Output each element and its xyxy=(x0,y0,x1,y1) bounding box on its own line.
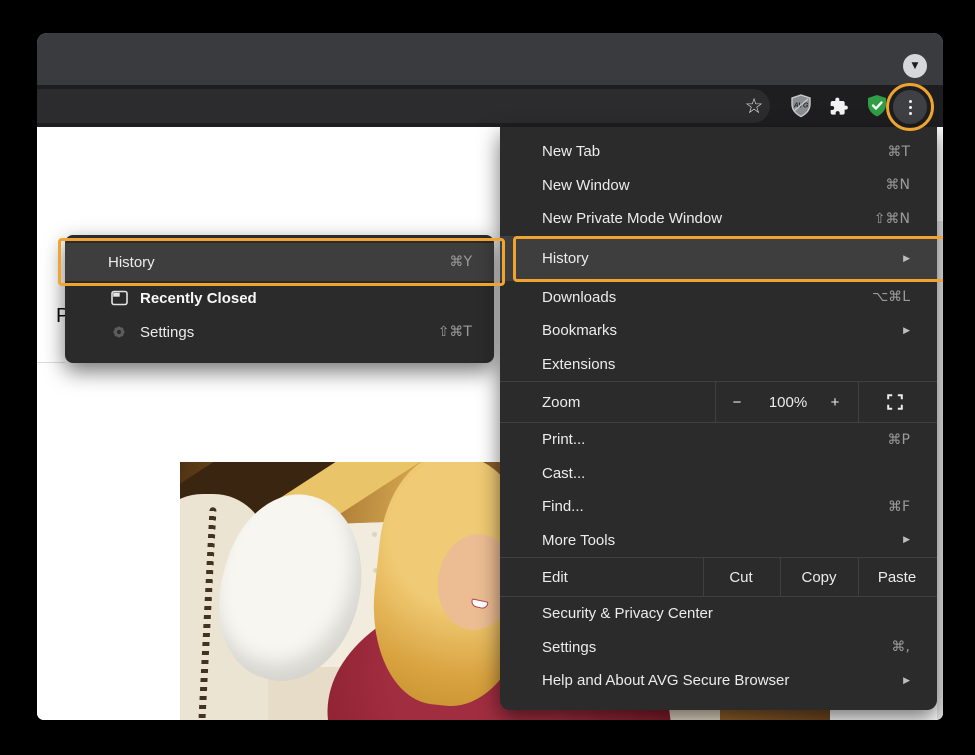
extensions-puzzle-icon[interactable] xyxy=(823,85,855,127)
menu-item-edit: Edit Cut Copy Paste xyxy=(500,558,937,596)
menu-item-settings[interactable]: Settings ⌘, xyxy=(500,631,937,665)
avg-shield-icon: AVG xyxy=(790,94,812,118)
history-submenu: History ⌘Y Recently Closed xyxy=(65,235,494,363)
submenu-arrow-icon: ▶ xyxy=(903,326,910,336)
menu-vertical-separator xyxy=(858,558,859,596)
fullscreen-icon[interactable] xyxy=(887,394,903,415)
menu-item-new-private-window[interactable]: New Private Mode Window ⇧⌘N xyxy=(500,202,937,236)
menu-item-more-tools[interactable]: More Tools ▶ xyxy=(500,524,937,558)
zoom-level-value: 100% xyxy=(769,394,807,411)
browser-menu: New Tab ⌘T New Window ⌘N New Private Mod… xyxy=(500,127,937,710)
submenu-arrow-icon: ▶ xyxy=(903,676,910,686)
zoom-in-button[interactable]: + xyxy=(831,394,840,411)
submenu-item-history[interactable]: History ⌘Y xyxy=(65,243,494,281)
menu-item-history[interactable]: History ▶ xyxy=(500,237,937,281)
edit-copy-button[interactable]: Copy xyxy=(801,569,836,586)
nav-divider xyxy=(37,362,65,363)
dot xyxy=(909,100,912,103)
edit-cut-button[interactable]: Cut xyxy=(729,569,752,586)
menu-item-new-tab[interactable]: New Tab ⌘T xyxy=(500,135,937,169)
tab-strip: ▼ xyxy=(37,33,943,85)
menu-item-help-about[interactable]: Help and About AVG Secure Browser ▶ xyxy=(500,664,937,698)
menu-item-cast[interactable]: Cast... xyxy=(500,457,937,491)
address-bar[interactable] xyxy=(37,89,770,123)
menu-vertical-separator xyxy=(858,382,859,422)
chevron-down-icon: ▼ xyxy=(912,62,919,71)
window-tab-icon xyxy=(111,291,128,306)
menu-vertical-separator xyxy=(715,382,716,422)
dot xyxy=(909,112,912,115)
menu-item-zoom: Zoom − 100% + xyxy=(500,382,937,422)
avg-extension-icon[interactable]: AVG xyxy=(785,85,817,127)
menu-item-extensions[interactable]: Extensions xyxy=(500,348,937,382)
edit-paste-button[interactable]: Paste xyxy=(878,569,916,586)
tab-search-button[interactable]: ▼ xyxy=(903,54,927,78)
bookmark-star-icon[interactable]: ☆ xyxy=(737,85,771,127)
menu-vertical-separator xyxy=(703,558,704,596)
dot xyxy=(909,106,912,109)
zoom-out-button[interactable]: − xyxy=(733,394,742,411)
menu-vertical-separator xyxy=(780,558,781,596)
submenu-arrow-icon: ▶ xyxy=(903,535,910,545)
gear-icon xyxy=(111,324,127,340)
browser-window: ▼ ☆ AVG xyxy=(37,33,943,720)
menu-item-bookmarks[interactable]: Bookmarks ▶ xyxy=(500,314,937,348)
menu-item-downloads[interactable]: Downloads ⌥⌘L xyxy=(500,281,937,315)
submenu-item-settings[interactable]: Settings ⇧⌘T xyxy=(65,315,494,349)
secure-check-shield-icon[interactable] xyxy=(861,85,893,127)
submenu-item-recently-closed[interactable]: Recently Closed xyxy=(65,281,494,315)
menu-item-find[interactable]: Find... ⌘F xyxy=(500,490,937,524)
submenu-arrow-icon: ▶ xyxy=(903,254,910,264)
screenshot-canvas: ▼ ☆ AVG xyxy=(0,0,975,755)
menu-item-security-privacy-center[interactable]: Security & Privacy Center xyxy=(500,597,937,631)
browser-menu-button[interactable] xyxy=(893,90,927,124)
menu-item-new-window[interactable]: New Window ⌘N xyxy=(500,169,937,203)
menu-item-print[interactable]: Print... ⌘P xyxy=(500,423,937,457)
page-edge-sliver xyxy=(937,221,943,720)
